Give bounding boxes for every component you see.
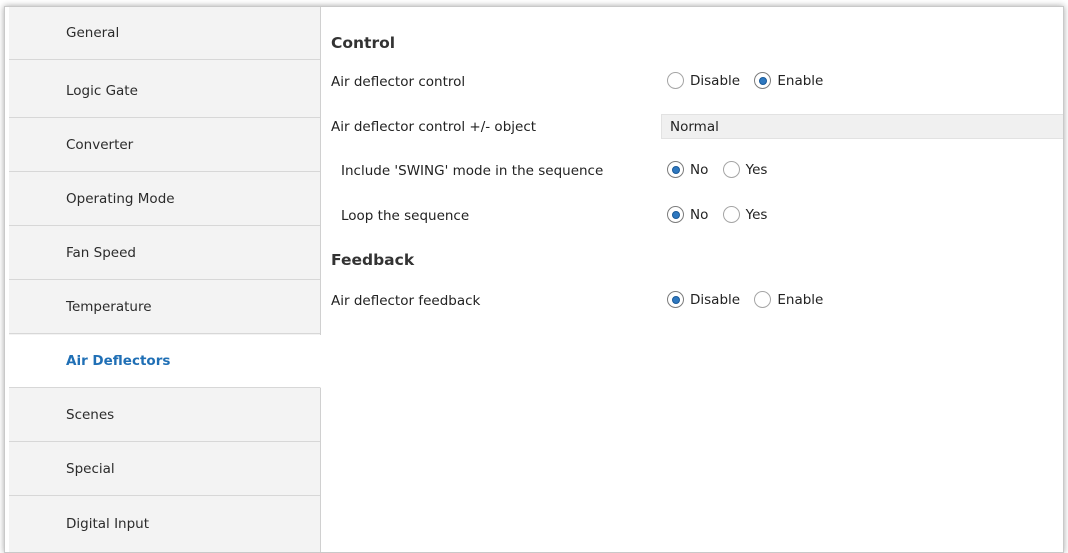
loop-sequence-radio-group: No Yes — [667, 206, 777, 226]
include-swing-yes-radio[interactable] — [722, 161, 740, 178]
sidebar-item-label: Converter — [66, 137, 134, 153]
section-title-control: Control — [331, 34, 396, 52]
air-deflector-feedback-enable-radio[interactable] — [754, 291, 772, 308]
loop-sequence-label: Loop the sequence — [341, 208, 470, 224]
sidebar-item-label: Temperature — [66, 299, 152, 315]
sidebar-item-temperature[interactable]: Temperature — [9, 281, 320, 334]
include-swing-label: Include 'SWING' mode in the sequence — [341, 163, 604, 179]
sidebar-item-label: Special — [66, 461, 115, 477]
sidebar: General Logic Gate Converter Operating M… — [9, 7, 321, 552]
radio-label-enable: Enable — [777, 72, 824, 89]
sidebar-item-label: Fan Speed — [66, 245, 136, 261]
sidebar-item-converter[interactable]: Converter — [9, 119, 320, 172]
sidebar-item-general[interactable]: General — [9, 7, 320, 60]
sidebar-item-digital-input[interactable]: Digital Input — [9, 497, 320, 550]
radio-label-yes: Yes — [745, 206, 768, 223]
air-deflector-control-radio-group: Disable Enable — [667, 72, 833, 92]
air-deflector-control-disable-radio[interactable] — [667, 72, 684, 89]
sidebar-item-operating-mode[interactable]: Operating Mode — [9, 173, 320, 226]
air-deflector-control-label: Air deflector control — [331, 74, 466, 90]
sidebar-item-label: Air Deflectors — [66, 353, 171, 369]
control-object-select[interactable]: Normal — [661, 114, 1063, 139]
radio-label-yes: Yes — [745, 161, 768, 178]
sidebar-item-fan-speed[interactable]: Fan Speed — [9, 227, 320, 280]
sidebar-item-label: General — [66, 25, 120, 41]
loop-sequence-no-radio[interactable] — [667, 206, 684, 223]
radio-label-no: No — [690, 161, 709, 178]
parameters-window: General Logic Gate Converter Operating M… — [4, 6, 1064, 553]
air-deflector-control-enable-radio[interactable] — [754, 72, 772, 89]
sidebar-item-label: Operating Mode — [66, 191, 175, 207]
sidebar-item-label: Scenes — [66, 407, 115, 423]
air-deflector-feedback-disable-radio[interactable] — [667, 291, 684, 308]
include-swing-no-radio[interactable] — [667, 161, 684, 178]
sidebar-item-label: Digital Input — [66, 515, 150, 532]
radio-label-disable: Disable — [690, 72, 741, 89]
sidebar-item-special[interactable]: Special — [9, 443, 320, 496]
radio-label-disable: Disable — [690, 291, 741, 308]
radio-label-no: No — [690, 206, 709, 223]
section-title-feedback: Feedback — [331, 251, 415, 269]
sidebar-item-air-deflectors[interactable]: Air Deflectors — [9, 335, 321, 388]
loop-sequence-yes-radio[interactable] — [722, 206, 740, 223]
parameters-panel: Control Air deflector control Disable En… — [321, 7, 1063, 552]
control-object-label: Air deflector control +/- object — [331, 119, 537, 135]
air-deflector-feedback-label: Air deflector feedback — [331, 293, 481, 309]
radio-label-enable: Enable — [777, 291, 824, 308]
sidebar-item-scenes[interactable]: Scenes — [9, 389, 320, 442]
air-deflector-feedback-radio-group: Disable Enable — [667, 291, 833, 311]
sidebar-item-logic-gate[interactable]: Logic Gate — [9, 65, 320, 118]
include-swing-radio-group: No Yes — [667, 161, 777, 181]
sidebar-item-label: Logic Gate — [66, 83, 138, 99]
control-object-value: Normal — [670, 118, 719, 135]
